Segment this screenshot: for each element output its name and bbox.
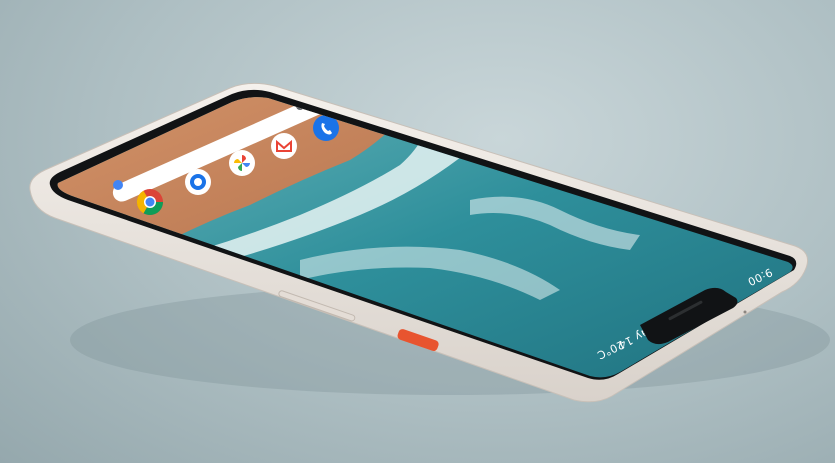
- chrome-icon[interactable]: [136, 189, 164, 216]
- google-g-icon[interactable]: [113, 180, 123, 190]
- messages-icon[interactable]: [185, 169, 211, 195]
- phone-scene: 9:00 Monday, May 14 20°C LTE: [29, 82, 830, 411]
- photos-icon[interactable]: [229, 150, 255, 176]
- battery-icon: [496, 398, 506, 411]
- earpiece-dot: [743, 310, 747, 314]
- gmail-icon[interactable]: [271, 133, 297, 159]
